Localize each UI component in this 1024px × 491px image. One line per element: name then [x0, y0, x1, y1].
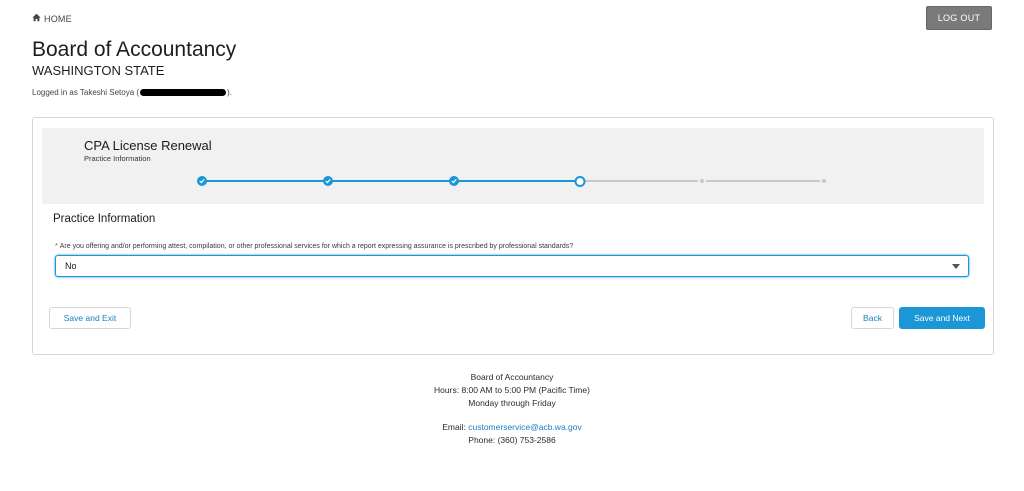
page-subtitle: WASHINGTON STATE [32, 63, 165, 78]
redacted-email [140, 89, 227, 96]
logged-in-suffix: ). [227, 88, 232, 97]
page-header: Board of Accountancy WASHINGTON STATE Lo… [32, 38, 236, 97]
footer-hours: Hours: 8:00 AM to 5:00 PM (Pacific Time) [434, 385, 590, 395]
chevron-down-icon [952, 264, 960, 269]
footer-org: Board of Accountancy [470, 372, 554, 382]
logout-button[interactable]: LOG OUT [926, 6, 992, 30]
practice-select-value: No [65, 261, 77, 271]
home-label: HOME [44, 13, 72, 24]
footer: Board of Accountancy Hours: 8:00 AM to 5… [0, 371, 1024, 447]
question-label: * Are you offering and/or performing atte… [55, 243, 573, 250]
form-subtitle: Practice Information [84, 154, 151, 163]
progress-track-complete [202, 180, 578, 182]
practice-select[interactable]: No [55, 255, 969, 277]
logged-in-prefix: Logged in as Takeshi Setoya ( [32, 88, 140, 97]
check-icon [199, 179, 205, 184]
question-text: Are you offering and/or performing attes… [59, 243, 574, 250]
home-icon [32, 13, 41, 24]
section-title: Practice Information [53, 213, 156, 225]
check-icon [325, 179, 331, 184]
save-and-next-button[interactable]: Save and Next [899, 307, 985, 329]
progress-step-5 [698, 177, 706, 185]
footer-email-label: Email: [442, 422, 469, 432]
progress-step-2[interactable] [323, 176, 333, 186]
required-marker: * [55, 243, 58, 250]
footer-email-line: Email: customerservice@acb.wa.gov [0, 421, 1024, 434]
footer-days: Monday through Friday [468, 398, 556, 408]
form-header-panel: CPA License Renewal Practice Information [42, 128, 984, 204]
progress-indicator [197, 175, 828, 187]
form-card: CPA License Renewal Practice Information… [32, 117, 994, 355]
logged-in-text: Logged in as Takeshi Setoya ( ). [32, 88, 236, 97]
footer-email-link[interactable]: customerservice@acb.wa.gov [468, 422, 582, 432]
save-and-exit-button[interactable]: Save and Exit [49, 307, 131, 329]
progress-step-6 [820, 177, 828, 185]
progress-step-1[interactable] [197, 176, 207, 186]
progress-step-4[interactable] [574, 175, 586, 187]
page-title: Board of Accountancy [32, 38, 237, 61]
top-bar: HOME LOG OUT [32, 6, 992, 32]
check-icon [451, 179, 457, 184]
back-button[interactable]: Back [851, 307, 894, 329]
home-link[interactable]: HOME [32, 13, 72, 24]
progress-step-3[interactable] [449, 176, 459, 186]
form-title: CPA License Renewal [84, 138, 212, 153]
footer-phone: Phone: (360) 753-2586 [468, 435, 556, 445]
